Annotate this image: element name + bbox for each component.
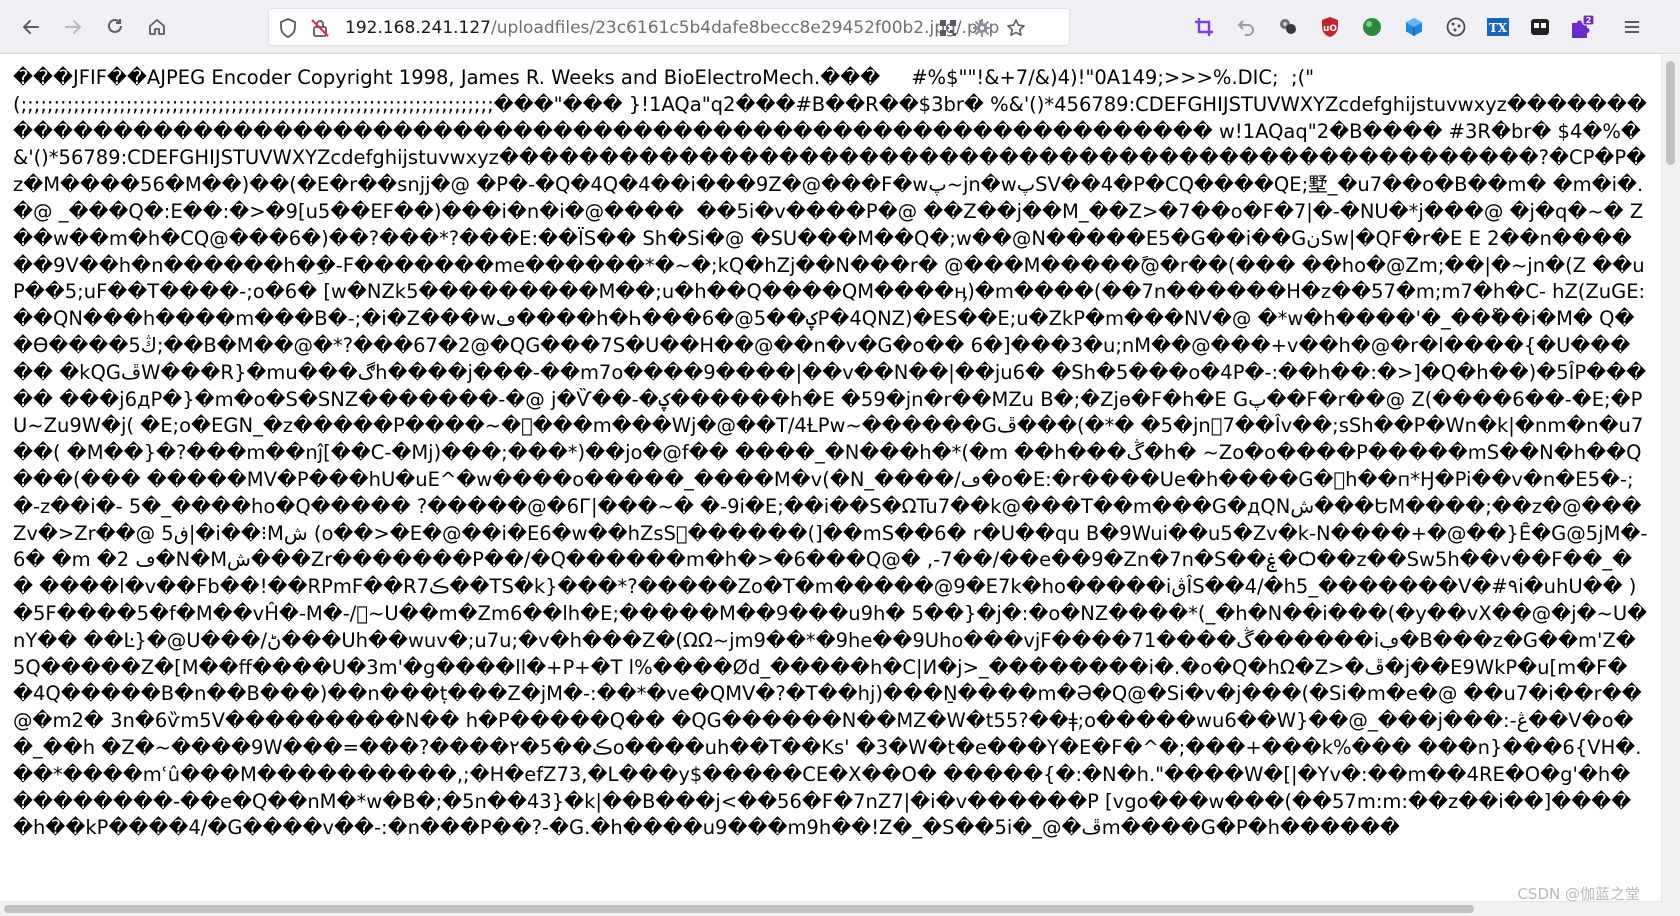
browser-toolbar: 192.168.241.127/uploadfiles/23c6161c5b4d… <box>0 0 1680 54</box>
svg-text:2: 2 <box>1586 16 1592 25</box>
url-bar[interactable]: 192.168.241.127/uploadfiles/23c6161c5b4d… <box>268 8 1070 46</box>
green-ball-icon[interactable] <box>1357 12 1387 42</box>
ublock-icon[interactable]: uO <box>1315 12 1345 42</box>
bookmark-star-icon[interactable] <box>1005 17 1027 39</box>
vertical-scrollbar[interactable] <box>1661 55 1680 902</box>
puzzle-badge-icon[interactable]: 2 <box>1567 12 1597 42</box>
insecure-connection-icon[interactable] <box>309 17 331 39</box>
watermark: CSDN @伽蓝之堂 <box>1517 885 1640 903</box>
url-host: 192.168.241.127 <box>345 18 492 38</box>
svg-text:TX: TX <box>1489 21 1508 35</box>
horizontal-scrollbar[interactable] <box>0 901 1662 916</box>
pinwheel-icon[interactable] <box>1273 12 1303 42</box>
page-content: ���JFIF��AJPEG Encoder Copyright 1998, J… <box>0 55 1662 902</box>
url-text[interactable]: 192.168.241.127/uploadfiles/23c6161c5b4d… <box>345 17 999 39</box>
svg-text:uO: uO <box>1323 24 1337 34</box>
home-icon[interactable] <box>142 12 172 42</box>
tracking-protection-shield-icon[interactable] <box>277 17 299 39</box>
undo-icon[interactable] <box>1231 12 1261 42</box>
menu-icon[interactable] <box>1617 12 1647 42</box>
vertical-scroll-thumb[interactable] <box>1666 61 1675 165</box>
cookie-icon[interactable] <box>1441 12 1471 42</box>
scrollbar-corner <box>1662 902 1680 916</box>
qr-code-icon[interactable] <box>937 17 959 39</box>
horizontal-scroll-thumb[interactable] <box>4 905 1474 913</box>
back-arrow-icon[interactable] <box>16 12 46 42</box>
forward-arrow-icon[interactable] <box>58 12 88 42</box>
crop-icon[interactable] <box>1189 12 1219 42</box>
url-path: /uploadfiles/23c6161c5b4dafe8becc8e29452… <box>491 18 1000 38</box>
extension-gear-icon[interactable] <box>971 17 993 39</box>
reload-icon[interactable] <box>100 12 130 42</box>
blue-cube-icon[interactable] <box>1399 12 1429 42</box>
raw-binary-text: ���JFIF��AJPEG Encoder Copyright 1998, J… <box>13 66 1648 840</box>
translate-tx-icon[interactable]: TX <box>1483 12 1513 42</box>
container-icon[interactable] <box>1525 12 1555 42</box>
